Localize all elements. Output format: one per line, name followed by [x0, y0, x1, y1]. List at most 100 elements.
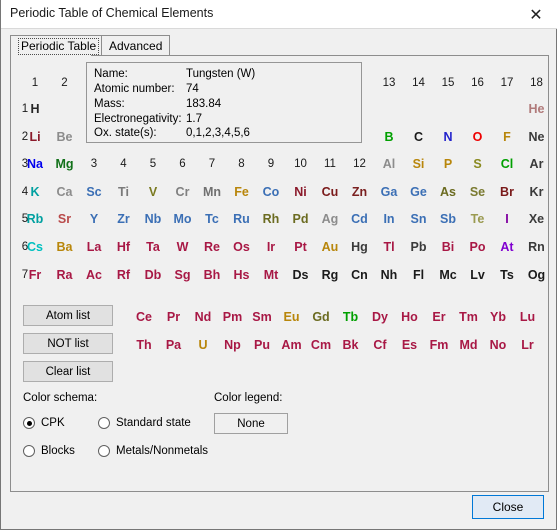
element-Sg[interactable]: Sg: [168, 263, 198, 287]
element-K[interactable]: K: [20, 180, 50, 204]
element-Bh[interactable]: Bh: [197, 263, 227, 287]
color-legend-value[interactable]: None: [214, 413, 288, 434]
element-Rf[interactable]: Rf: [109, 263, 139, 287]
element-Cd[interactable]: Cd: [345, 207, 375, 231]
element-Hg[interactable]: Hg: [345, 235, 375, 259]
element-Ga[interactable]: Ga: [374, 180, 404, 204]
element-Pu[interactable]: Pu: [247, 333, 277, 357]
element-Lr[interactable]: Lr: [513, 333, 543, 357]
element-Ru[interactable]: Ru: [227, 207, 257, 231]
element-Tb[interactable]: Tb: [336, 305, 366, 329]
element-Ni[interactable]: Ni: [286, 180, 316, 204]
element-Cm[interactable]: Cm: [306, 333, 336, 357]
element-Ar[interactable]: Ar: [522, 152, 552, 176]
element-Na[interactable]: Na: [20, 152, 50, 176]
element-I[interactable]: I: [492, 207, 522, 231]
element-Pd[interactable]: Pd: [286, 207, 316, 231]
element-Cf[interactable]: Cf: [365, 333, 395, 357]
element-Yb[interactable]: Yb: [483, 305, 513, 329]
element-Ts[interactable]: Ts: [492, 263, 522, 287]
element-Db[interactable]: Db: [138, 263, 168, 287]
element-Gd[interactable]: Gd: [306, 305, 336, 329]
element-Au[interactable]: Au: [315, 235, 345, 259]
element-Ge[interactable]: Ge: [404, 180, 434, 204]
element-Es[interactable]: Es: [395, 333, 425, 357]
radio-standard-state[interactable]: Standard state: [98, 415, 191, 431]
element-Th[interactable]: Th: [129, 333, 159, 357]
element-At[interactable]: At: [492, 235, 522, 259]
element-No[interactable]: No: [483, 333, 513, 357]
element-Co[interactable]: Co: [256, 180, 286, 204]
element-Pr[interactable]: Pr: [159, 305, 189, 329]
element-Fm[interactable]: Fm: [424, 333, 454, 357]
element-Mc[interactable]: Mc: [433, 263, 463, 287]
element-He[interactable]: He: [522, 97, 552, 121]
element-Zr[interactable]: Zr: [109, 207, 139, 231]
element-Re[interactable]: Re: [197, 235, 227, 259]
element-C[interactable]: C: [404, 125, 434, 149]
element-Nd[interactable]: Nd: [188, 305, 218, 329]
element-Pb[interactable]: Pb: [404, 235, 434, 259]
element-Pt[interactable]: Pt: [286, 235, 316, 259]
element-Sc[interactable]: Sc: [79, 180, 109, 204]
element-Bk[interactable]: Bk: [336, 333, 366, 357]
element-U[interactable]: U: [188, 333, 218, 357]
element-Pm[interactable]: Pm: [218, 305, 248, 329]
element-Nh[interactable]: Nh: [374, 263, 404, 287]
element-Tm[interactable]: Tm: [454, 305, 484, 329]
element-Mo[interactable]: Mo: [168, 207, 198, 231]
element-Rn[interactable]: Rn: [522, 235, 552, 259]
element-As[interactable]: As: [433, 180, 463, 204]
element-Cr[interactable]: Cr: [168, 180, 198, 204]
element-In[interactable]: In: [374, 207, 404, 231]
element-Fl[interactable]: Fl: [404, 263, 434, 287]
element-Rg[interactable]: Rg: [315, 263, 345, 287]
element-Si[interactable]: Si: [404, 152, 434, 176]
element-F[interactable]: F: [492, 125, 522, 149]
element-Ho[interactable]: Ho: [395, 305, 425, 329]
element-Lu[interactable]: Lu: [513, 305, 543, 329]
element-Ds[interactable]: Ds: [286, 263, 316, 287]
element-H[interactable]: H: [20, 97, 50, 121]
element-Ag[interactable]: Ag: [315, 207, 345, 231]
tab-periodic-table[interactable]: Periodic Table: [10, 35, 108, 56]
element-Hf[interactable]: Hf: [109, 235, 139, 259]
close-x-icon[interactable]: ✕: [514, 0, 557, 28]
element-Pa[interactable]: Pa: [159, 333, 189, 357]
element-Xe[interactable]: Xe: [522, 207, 552, 231]
element-Cn[interactable]: Cn: [345, 263, 375, 287]
element-Nb[interactable]: Nb: [138, 207, 168, 231]
radio-blocks[interactable]: Blocks: [23, 443, 75, 459]
element-Ta[interactable]: Ta: [138, 235, 168, 259]
element-Sm[interactable]: Sm: [247, 305, 277, 329]
element-Ti[interactable]: Ti: [109, 180, 139, 204]
element-Fr[interactable]: Fr: [20, 263, 50, 287]
element-Ra[interactable]: Ra: [50, 263, 80, 287]
element-Br[interactable]: Br: [492, 180, 522, 204]
element-Sn[interactable]: Sn: [404, 207, 434, 231]
radio-metals-nonmetals[interactable]: Metals/Nonmetals: [98, 443, 208, 459]
element-Mn[interactable]: Mn: [197, 180, 227, 204]
element-Sb[interactable]: Sb: [433, 207, 463, 231]
atom-list-button[interactable]: Atom list: [23, 305, 113, 326]
element-B[interactable]: B: [374, 125, 404, 149]
element-Er[interactable]: Er: [424, 305, 454, 329]
element-Og[interactable]: Og: [522, 263, 552, 287]
element-Cl[interactable]: Cl: [492, 152, 522, 176]
element-Rh[interactable]: Rh: [256, 207, 286, 231]
element-Cs[interactable]: Cs: [20, 235, 50, 259]
element-Tl[interactable]: Tl: [374, 235, 404, 259]
element-Np[interactable]: Np: [218, 333, 248, 357]
radio-cpk[interactable]: CPK: [23, 415, 65, 431]
element-Ca[interactable]: Ca: [50, 180, 80, 204]
element-Se[interactable]: Se: [463, 180, 493, 204]
element-Be[interactable]: Be: [50, 125, 80, 149]
not-list-button[interactable]: NOT list: [23, 333, 113, 354]
element-Ce[interactable]: Ce: [129, 305, 159, 329]
element-Y[interactable]: Y: [79, 207, 109, 231]
element-Ne[interactable]: Ne: [522, 125, 552, 149]
element-W[interactable]: W: [168, 235, 198, 259]
element-Mt[interactable]: Mt: [256, 263, 286, 287]
element-Ac[interactable]: Ac: [79, 263, 109, 287]
element-Eu[interactable]: Eu: [277, 305, 307, 329]
